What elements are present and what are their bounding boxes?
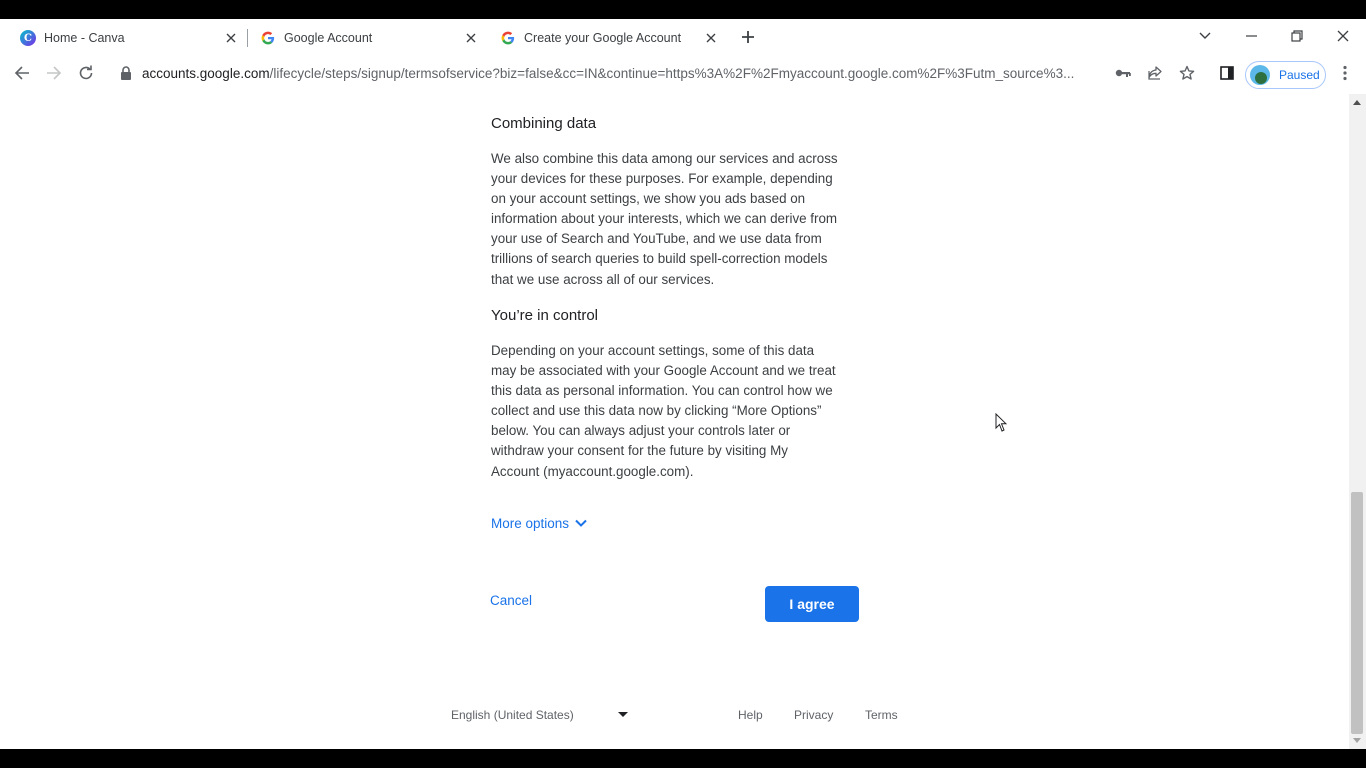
- scrollbar[interactable]: [1349, 94, 1366, 749]
- tab-strip: C Home - Canva Google Account Create you…: [0, 19, 1366, 53]
- paragraph-line: collect and use this data now by clickin…: [491, 403, 822, 419]
- paragraph-line: this data as personal information. You c…: [491, 383, 833, 399]
- more-options-button[interactable]: More options: [491, 514, 588, 532]
- restore-icon: [1291, 30, 1303, 42]
- tab-home-canva[interactable]: C Home - Canva: [0, 23, 248, 53]
- close-icon[interactable]: [462, 29, 480, 47]
- chevron-down-icon: [575, 519, 587, 527]
- mouse-cursor-icon: [995, 413, 1007, 432]
- menu-button[interactable]: [1334, 62, 1356, 84]
- minimize-button[interactable]: [1236, 23, 1266, 49]
- paragraph-line: may be associated with your Google Accou…: [491, 363, 836, 379]
- paragraph-line: withdraw your consent for the future by …: [491, 443, 788, 459]
- scrollbar-thumb[interactable]: [1351, 492, 1363, 734]
- footer-link-privacy[interactable]: Privacy: [794, 708, 833, 722]
- profile-status: Paused: [1279, 68, 1320, 82]
- key-icon: [1115, 69, 1131, 77]
- window-close-button[interactable]: [1328, 23, 1358, 49]
- reload-button[interactable]: [74, 61, 98, 85]
- tab-search-button[interactable]: [1190, 23, 1220, 49]
- side-panel-icon: [1220, 66, 1234, 80]
- avatar: [1250, 65, 1270, 85]
- url-host: accounts.google.com: [142, 66, 270, 81]
- share-icon: [1148, 66, 1162, 80]
- page-footer: English (United States) Help Privacy Ter…: [0, 708, 1366, 726]
- tab-create-google-account[interactable]: Create your Google Account: [480, 23, 728, 53]
- footer-link-help[interactable]: Help: [738, 708, 763, 722]
- agree-button[interactable]: I agree: [765, 586, 859, 622]
- side-panel-button[interactable]: [1216, 62, 1238, 84]
- browser-toolbar: accounts.google.com/lifecycle/steps/sign…: [0, 53, 1366, 94]
- section-heading-in-control: You’re in control: [491, 307, 599, 324]
- more-options-label: More options: [491, 515, 570, 531]
- tab-title: Create your Google Account: [524, 31, 682, 45]
- paragraph-line: on your account settings, we show you ad…: [491, 191, 806, 207]
- dropdown-arrow-icon[interactable]: [618, 712, 628, 717]
- star-icon: [1179, 65, 1195, 80]
- scroll-down-arrow-icon[interactable]: [1353, 738, 1361, 743]
- chevron-down-icon: [1199, 32, 1211, 39]
- reload-icon: [79, 65, 93, 80]
- forward-button[interactable]: [42, 61, 66, 85]
- paragraph-line: Depending on your account settings, some…: [491, 343, 815, 358]
- tab-title: Home - Canva: [44, 31, 125, 45]
- new-tab-button[interactable]: [737, 26, 759, 48]
- kebab-menu-icon: [1343, 65, 1347, 81]
- close-icon: [1337, 30, 1349, 42]
- language-selector[interactable]: English (United States): [451, 708, 574, 722]
- profile-button[interactable]: Paused: [1245, 61, 1326, 89]
- paragraph-line: information about your interests, which …: [491, 211, 838, 227]
- paragraph-line: Account (myaccount.google.com).: [491, 463, 694, 479]
- footer-link-terms[interactable]: Terms: [865, 708, 898, 722]
- close-icon[interactable]: [222, 29, 240, 47]
- arrow-right-icon: [47, 66, 62, 80]
- paragraph-line: trillions of search queries to build spe…: [491, 251, 828, 267]
- share-button[interactable]: [1144, 62, 1166, 84]
- arrow-left-icon: [14, 66, 29, 80]
- paragraph-line: that we use across all of our services.: [491, 271, 715, 287]
- canva-icon: C: [20, 30, 36, 46]
- url-path: /lifecycle/steps/signup/termsofservice?b…: [269, 66, 1075, 81]
- tab-google-account[interactable]: Google Account: [240, 23, 488, 53]
- restore-button[interactable]: [1282, 23, 1312, 49]
- browser-chrome: C Home - Canva Google Account Create you…: [0, 19, 1366, 94]
- bottom-bezel: [0, 749, 1366, 768]
- in-control-paragraph: Depending on your account settings, some…: [491, 341, 859, 482]
- back-button[interactable]: [10, 61, 34, 85]
- screen: C Home - Canva Google Account Create you…: [0, 0, 1366, 768]
- google-icon: [260, 30, 276, 46]
- minimize-icon: [1245, 35, 1257, 37]
- paragraph-line: We also combine this data among our serv…: [491, 151, 838, 166]
- cancel-button[interactable]: Cancel: [490, 593, 532, 608]
- top-bezel: [0, 0, 1366, 19]
- combining-data-paragraph: We also combine this data among our serv…: [491, 149, 859, 290]
- section-heading-combining-data: Combining data: [491, 115, 597, 132]
- page-viewport: Combining data We also combine this data…: [0, 94, 1366, 749]
- password-key-button[interactable]: [1112, 62, 1134, 84]
- address-bar[interactable]: accounts.google.com/lifecycle/steps/sign…: [142, 66, 1102, 82]
- lock-icon[interactable]: [120, 66, 132, 80]
- paragraph-line: your use of Search and YouTube, and we u…: [491, 231, 822, 247]
- plus-icon: [742, 31, 754, 43]
- paragraph-line: your devices for these purposes. For exa…: [491, 171, 833, 187]
- close-icon[interactable]: [702, 29, 720, 47]
- paragraph-line: below. You can always adjust your contro…: [491, 423, 791, 439]
- scroll-up-arrow-icon[interactable]: [1353, 100, 1361, 105]
- tab-title: Google Account: [284, 31, 373, 45]
- bookmark-button[interactable]: [1176, 62, 1198, 84]
- google-icon: [500, 30, 516, 46]
